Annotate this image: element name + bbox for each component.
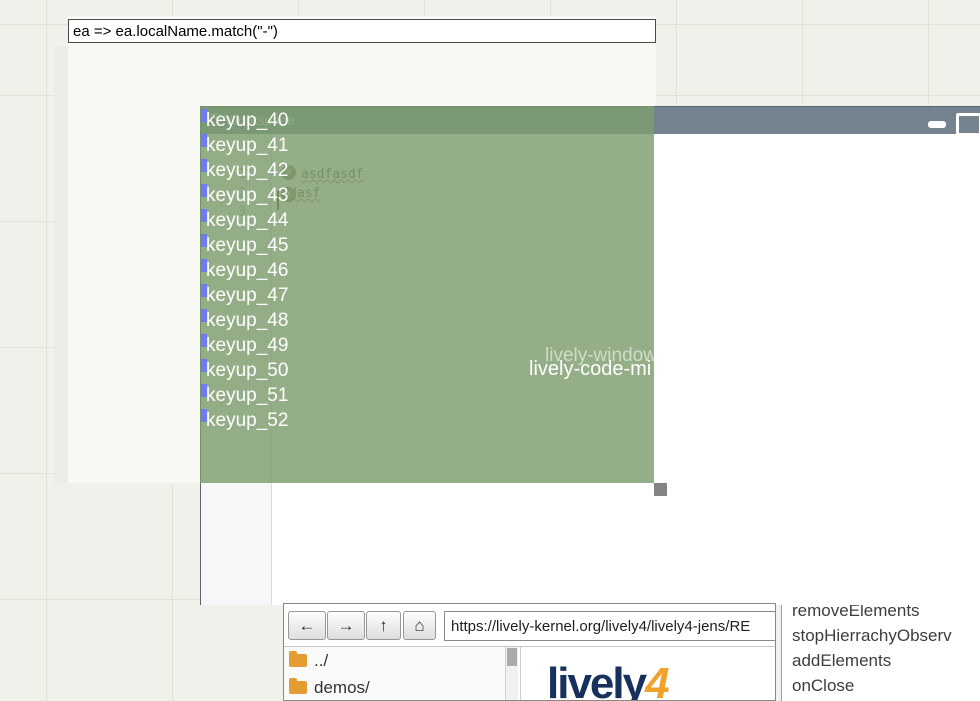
caret-marker-icon <box>201 309 207 322</box>
caret-marker-icon <box>201 109 207 122</box>
event-handler-row: keyup_40 <box>203 108 288 133</box>
folder-icon <box>289 654 307 667</box>
caret-marker-icon <box>201 184 207 197</box>
element-tag-label: lively-code-mi <box>529 358 651 381</box>
file-list-scrollbar[interactable] <box>505 647 518 701</box>
event-handler-row: keyup_43 <box>203 183 288 208</box>
file-list-item[interactable]: demos/ <box>284 674 505 701</box>
file-name: ../ <box>314 651 328 671</box>
container-scroll-strip <box>54 46 68 483</box>
caret-marker-icon <box>201 134 207 147</box>
event-handler-row: keyup_52 <box>203 408 288 433</box>
lively4-logo: lively4 <box>547 659 668 701</box>
caret-marker-icon <box>201 259 207 272</box>
browser-toolbar: ← → ↑ ⌂ <box>284 604 775 647</box>
caret-marker-icon <box>201 334 207 347</box>
forward-button[interactable]: → <box>327 611 365 640</box>
caret-marker-icon <box>201 359 207 372</box>
up-button[interactable]: ↑ <box>366 611 401 640</box>
event-handler-row: keyup_49 <box>203 333 288 358</box>
event-handler-row: keyup_47 <box>203 283 288 308</box>
minimize-icon[interactable] <box>928 121 946 128</box>
event-handler-row: keyup_48 <box>203 308 288 333</box>
url-input[interactable] <box>444 611 776 641</box>
event-handler-row: keyup_44 <box>203 208 288 233</box>
event-handler-row: keyup_46 <box>203 258 288 283</box>
event-handler-row: keyup_42 <box>203 158 288 183</box>
desktop-background: removeElements stopHierrachyObserv addEl… <box>0 0 980 701</box>
event-handler-row: keyup_51 <box>203 383 288 408</box>
resize-handle[interactable] <box>654 483 667 496</box>
back-button[interactable]: ← <box>288 611 326 640</box>
method-list: removeElements stopHierrachyObserv addEl… <box>781 598 980 701</box>
element-highlight-overlay: keyup_40 keyup_41 keyup_42 keyup_43 keyu… <box>200 106 654 483</box>
maximize-icon[interactable] <box>956 113 980 136</box>
event-handler-row: keyup_41 <box>203 133 288 158</box>
caret-marker-icon <box>201 409 207 422</box>
caret-marker-icon <box>201 234 207 247</box>
method-list-item[interactable]: onClose <box>782 673 980 698</box>
event-handler-row: keyup_45 <box>203 233 288 258</box>
method-list-item[interactable]: addElements <box>782 648 980 673</box>
caret-marker-icon <box>201 384 207 397</box>
folder-icon <box>289 681 307 694</box>
home-button[interactable]: ⌂ <box>403 611 436 640</box>
event-handler-row: keyup_50 <box>203 358 288 383</box>
caret-marker-icon <box>201 209 207 222</box>
scrollbar-thumb[interactable] <box>507 648 517 666</box>
file-list-item[interactable]: ../ <box>284 647 505 674</box>
caret-marker-icon <box>201 284 207 297</box>
method-list-item[interactable]: stopHierrachyObserv <box>782 623 980 648</box>
caret-marker-icon <box>201 159 207 172</box>
file-name: demos/ <box>314 678 370 698</box>
file-list: ../ demos/ <box>284 647 505 701</box>
browser-content: lively4 <box>520 647 776 701</box>
code-expression-input[interactable] <box>68 19 656 43</box>
file-browser-window: ← → ↑ ⌂ ../ demos/ lively4 <box>283 603 776 701</box>
